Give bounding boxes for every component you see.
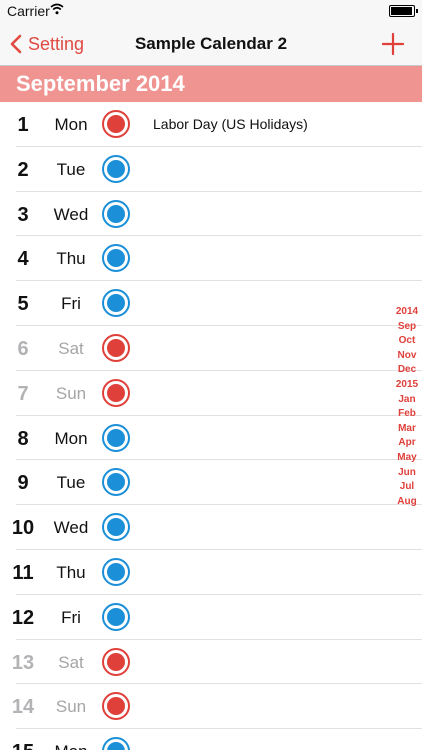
day-marker-icon[interactable] — [102, 647, 130, 676]
day-row[interactable]: 1 Mon Labor Day (US Holidays) — [0, 102, 422, 147]
index-item[interactable]: Jun — [398, 466, 416, 481]
day-marker-icon[interactable] — [102, 513, 130, 542]
weekday-label: Sun — [55, 383, 87, 403]
status-bar: Carrier — [0, 0, 422, 22]
section-index-bar[interactable]: 2014 Sep Oct Nov Dec 2015 Jan Feb Mar Apr May Jun Ju… — [392, 305, 422, 509]
index-item[interactable]: Jul — [400, 480, 414, 495]
day-row[interactable]: 15Mon — [0, 729, 422, 750]
day-marker-icon[interactable] — [102, 110, 130, 138]
day-marker-icon[interactable] — [102, 244, 130, 273]
day-number: 3 — [17, 203, 29, 226]
index-item[interactable]: Mar — [398, 422, 416, 437]
weekday-label: Tue — [56, 159, 86, 179]
weekday-label: Wed — [53, 204, 89, 224]
day-row[interactable]: 5 Fri — [0, 281, 422, 326]
battery-icon — [389, 5, 418, 17]
index-item[interactable]: Sep — [398, 320, 416, 335]
carrier-label: Carrier — [7, 3, 50, 19]
day-row[interactable]: 3 Wed — [0, 192, 422, 237]
day-number: 1 — [17, 114, 29, 136]
page-title: Sample Calendar 2 — [134, 34, 288, 53]
day-number: 15 — [0, 741, 46, 750]
index-item[interactable]: Jan — [398, 393, 415, 408]
day-marker-icon[interactable] — [102, 602, 130, 631]
day-number: 5 — [17, 293, 29, 316]
day-row[interactable]: 10 Wed — [0, 505, 422, 550]
index-item[interactable]: 2014 — [396, 305, 418, 320]
day-number: 9 — [17, 472, 29, 495]
index-item[interactable]: Aug — [397, 495, 416, 510]
day-marker-icon[interactable] — [102, 557, 130, 586]
day-marker-icon[interactable] — [102, 154, 130, 183]
day-number: 14 — [11, 696, 35, 719]
index-item[interactable]: Feb — [398, 407, 416, 422]
day-number: 13 — [11, 651, 35, 674]
day-marker-icon[interactable] — [102, 333, 130, 362]
day-marker-icon[interactable] — [102, 199, 130, 228]
weekday-label: Thu — [56, 562, 86, 582]
day-marker-icon[interactable] — [102, 468, 130, 497]
weekday-label: Fri — [61, 294, 81, 314]
day-number: 8 — [17, 427, 29, 450]
day-row[interactable]: 11 Thu — [0, 550, 422, 595]
day-number: 6 — [17, 337, 29, 360]
day-row[interactable]: 14 Sun — [0, 684, 422, 729]
month-header: September 2014 — [0, 66, 422, 102]
day-number: 4 — [17, 248, 29, 271]
day-row[interactable]: 13 Sat — [0, 640, 422, 685]
day-marker-icon[interactable] — [102, 378, 130, 407]
weekday-label: Mon — [54, 115, 88, 134]
day-marker-icon[interactable] — [102, 423, 130, 452]
day-number: 7 — [17, 382, 29, 405]
event-title[interactable]: Labor Day (US Holidays) — [153, 116, 308, 132]
add-icon[interactable] — [382, 33, 404, 55]
day-row[interactable]: 7 Sun — [0, 371, 422, 416]
day-list[interactable]: 1 Mon Labor Day (US Holidays) 2 Tue 3 Wed 4 Thu 5… — [0, 102, 422, 750]
weekday-label: Fri — [61, 607, 81, 627]
day-row[interactable]: 8 Mon — [0, 416, 422, 461]
weekday-label: Sun — [55, 697, 87, 717]
day-row[interactable]: 9 Tue — [0, 460, 422, 505]
weekday-label: Thu — [56, 249, 86, 269]
index-item[interactable]: Dec — [398, 363, 416, 378]
wifi-icon — [50, 3, 64, 15]
index-item[interactable]: Nov — [398, 349, 417, 364]
index-item[interactable]: Oct — [399, 334, 416, 349]
day-row[interactable]: 4 Thu — [0, 236, 422, 281]
day-number: 12 — [11, 606, 35, 629]
nav-bar: Setting Sample Calendar 2 — [0, 22, 422, 66]
weekday-label: Tue — [56, 473, 86, 493]
day-marker-icon[interactable] — [102, 289, 130, 318]
index-item[interactable]: May — [397, 451, 416, 466]
day-row[interactable]: 12 Fri — [0, 595, 422, 640]
weekday-label: Sat — [58, 338, 84, 358]
day-row[interactable]: 6 Sat — [0, 326, 422, 371]
day-marker-icon[interactable] — [102, 737, 130, 750]
weekday-label: Sat — [58, 652, 84, 672]
index-item[interactable]: 2015 — [396, 378, 418, 393]
day-number: 11 — [12, 561, 34, 584]
weekday-label: Wed — [53, 518, 89, 538]
day-number: 10 — [11, 517, 35, 540]
day-row[interactable]: 2 Tue — [0, 147, 422, 192]
weekday-label: Mon — [48, 742, 94, 750]
day-number: 2 — [17, 158, 29, 181]
day-marker-icon[interactable] — [102, 692, 130, 721]
weekday-label: Mon — [54, 428, 88, 448]
index-item[interactable]: Apr — [398, 436, 415, 451]
